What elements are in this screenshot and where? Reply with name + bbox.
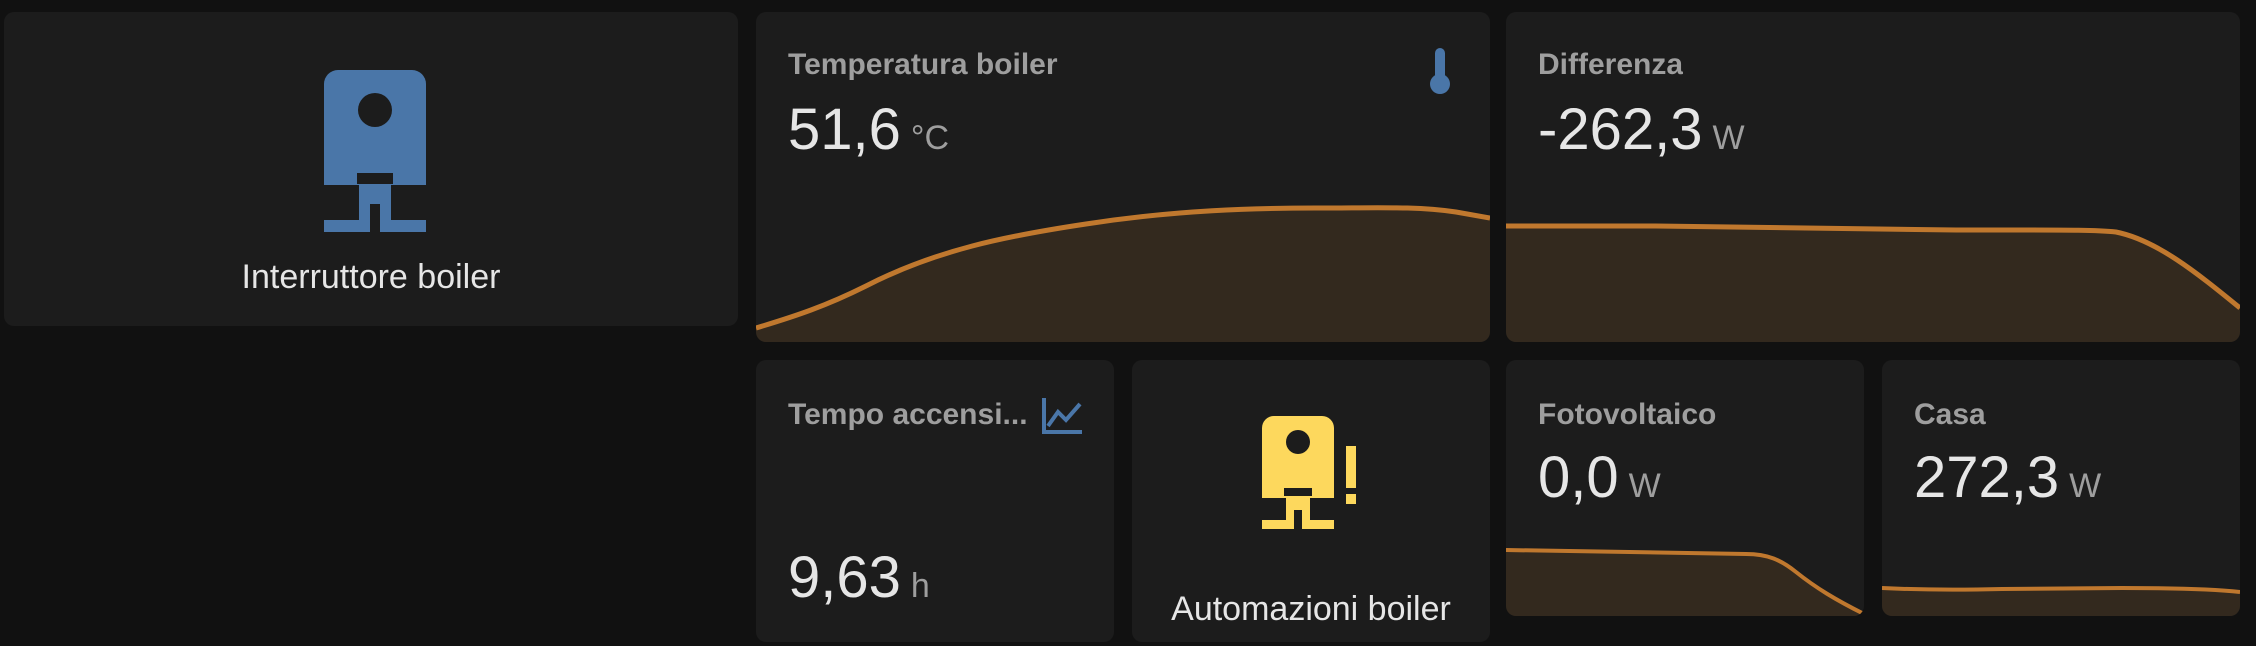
house-value: 272,3: [1914, 445, 2060, 510]
temperature-unit: °C: [910, 119, 950, 157]
temperature-value-row: 51,6 °C: [788, 96, 949, 163]
water-boiler-alert-icon: [1260, 414, 1364, 534]
photovoltaic-value-row: 0,0 W: [1538, 444, 1661, 511]
difference-value: -262,3: [1538, 97, 1703, 162]
photovoltaic-title: Fotovoltaico: [1538, 398, 1717, 431]
difference-value-row: -262,3 W: [1538, 96, 1745, 163]
house-value-row: 272,3 W: [1914, 444, 2101, 511]
difference-unit: W: [1712, 119, 1745, 157]
photovoltaic-unit: W: [1628, 467, 1661, 505]
on-time-sensor-card[interactable]: Tempo accensi... 9,63 h: [756, 360, 1114, 642]
house-sensor-card[interactable]: Casa 272,3 W: [1882, 360, 2240, 616]
on-time-unit: h: [910, 567, 930, 605]
temperature-title: Temperatura boiler: [788, 48, 1058, 81]
boiler-switch-label: Interruttore boiler: [241, 258, 501, 296]
difference-sensor-card[interactable]: Differenza -262,3 W: [1506, 12, 2240, 342]
on-time-title: Tempo accensi...: [788, 398, 1028, 431]
house-history-graph: [1882, 582, 2240, 616]
thermometer-icon: [1420, 44, 1460, 98]
temperature-sensor-card[interactable]: Temperatura boiler 51,6 °C: [756, 12, 1490, 342]
temperature-value: 51,6: [788, 97, 901, 162]
automations-card[interactable]: Automazioni boiler: [1132, 360, 1490, 642]
chart-line-icon: [1040, 396, 1084, 436]
automations-label: Automazioni boiler: [1171, 590, 1451, 628]
difference-history-graph: [1506, 212, 2240, 342]
on-time-value: 9,63: [788, 545, 901, 610]
photovoltaic-value: 0,0: [1538, 445, 1619, 510]
photovoltaic-sensor-card[interactable]: Fotovoltaico 0,0 W: [1506, 360, 1864, 616]
on-time-value-row: 9,63 h: [788, 544, 930, 611]
temperature-history-graph: [756, 182, 1490, 342]
water-boiler-icon: [322, 68, 428, 240]
difference-title: Differenza: [1538, 48, 1684, 81]
photovoltaic-history-graph: [1506, 540, 1864, 616]
house-title: Casa: [1914, 398, 1986, 431]
house-unit: W: [2069, 467, 2102, 505]
boiler-switch-card[interactable]: Interruttore boiler: [4, 12, 738, 326]
